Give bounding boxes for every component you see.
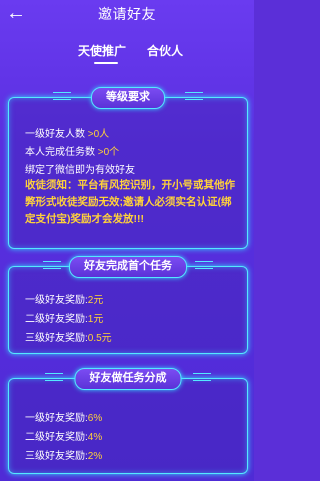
share-label: 一级好友奖励: bbox=[25, 413, 88, 424]
requirements-card: 等级要求 一级好友人数 >0人 本人完成任务数 >0个 绑定了微信即为有效好友 … bbox=[8, 87, 248, 249]
header-decoration-right bbox=[195, 261, 213, 269]
requirement-value: >0人 bbox=[87, 129, 110, 140]
reward-row: 二级好友奖励:1元 bbox=[25, 310, 103, 325]
share-value: 4% bbox=[87, 432, 103, 443]
share-row: 二级好友奖励:4% bbox=[25, 428, 102, 443]
requirement-row: 一级好友人数 >0人 bbox=[25, 125, 109, 140]
reward-label: 一级好友奖励: bbox=[25, 295, 88, 306]
header-decoration-right bbox=[193, 373, 211, 381]
warning-text: 收徒须知：平台有风控识别，开小号或其他作弊形式收徒奖励无效;邀请人必须实名认证(… bbox=[25, 179, 235, 225]
header-decoration-left bbox=[53, 92, 71, 100]
header-decoration-left bbox=[45, 373, 63, 381]
reward-label: 二级好友奖励: bbox=[25, 314, 88, 325]
tab-bar: 天使推广 合伙人 bbox=[0, 42, 254, 64]
active-tab-indicator bbox=[94, 62, 118, 64]
tab-partner[interactable]: 合伙人 bbox=[147, 42, 183, 59]
share-value: 2% bbox=[87, 451, 103, 462]
bind-note: 绑定了微信即为有效好友 bbox=[25, 165, 135, 176]
share-label: 二级好友奖励: bbox=[25, 432, 88, 443]
invite-friends-page: ← 邀请好友 天使推广 合伙人 等级要求 一级好友人数 >0人 本人完成任务数 … bbox=[0, 0, 254, 481]
page-title: 邀请好友 bbox=[98, 6, 156, 22]
header-decoration-right bbox=[185, 92, 203, 100]
share-card: 好友做任务分成 一级好友奖励:6% 二级好友奖励:4% 三级好友奖励:2% bbox=[8, 368, 248, 474]
share-row: 一级好友奖励:6% bbox=[25, 409, 102, 424]
share-value: 6% bbox=[87, 413, 103, 424]
reward-value: 2元 bbox=[87, 295, 104, 306]
reward-label: 三级好友奖励: bbox=[25, 333, 88, 344]
requirement-label: 本人完成任务数 bbox=[25, 147, 98, 158]
requirement-row: 本人完成任务数 >0个 bbox=[25, 143, 119, 158]
requirement-value: >0个 bbox=[97, 147, 120, 158]
share-label: 三级好友奖励: bbox=[25, 451, 88, 462]
header-decoration-left bbox=[43, 261, 61, 269]
first-task-card: 好友完成首个任务 一级好友奖励:2元 二级好友奖励:1元 三级好友奖励:0.5元 bbox=[8, 256, 248, 354]
reward-row: 三级好友奖励:0.5元 bbox=[25, 329, 112, 344]
reward-value: 0.5元 bbox=[87, 333, 112, 344]
first-task-header: 好友完成首个任务 bbox=[69, 256, 187, 278]
requirement-label: 一级好友人数 bbox=[25, 129, 88, 140]
requirements-header: 等级要求 bbox=[91, 87, 165, 109]
share-header: 好友做任务分成 bbox=[74, 368, 182, 390]
top-bar: ← 邀请好友 bbox=[0, 0, 254, 32]
reward-value: 1元 bbox=[87, 314, 104, 325]
tab-angel-promotion[interactable]: 天使推广 bbox=[78, 42, 126, 59]
reward-row: 一级好友奖励:2元 bbox=[25, 291, 103, 306]
share-row: 三级好友奖励:2% bbox=[25, 447, 102, 462]
